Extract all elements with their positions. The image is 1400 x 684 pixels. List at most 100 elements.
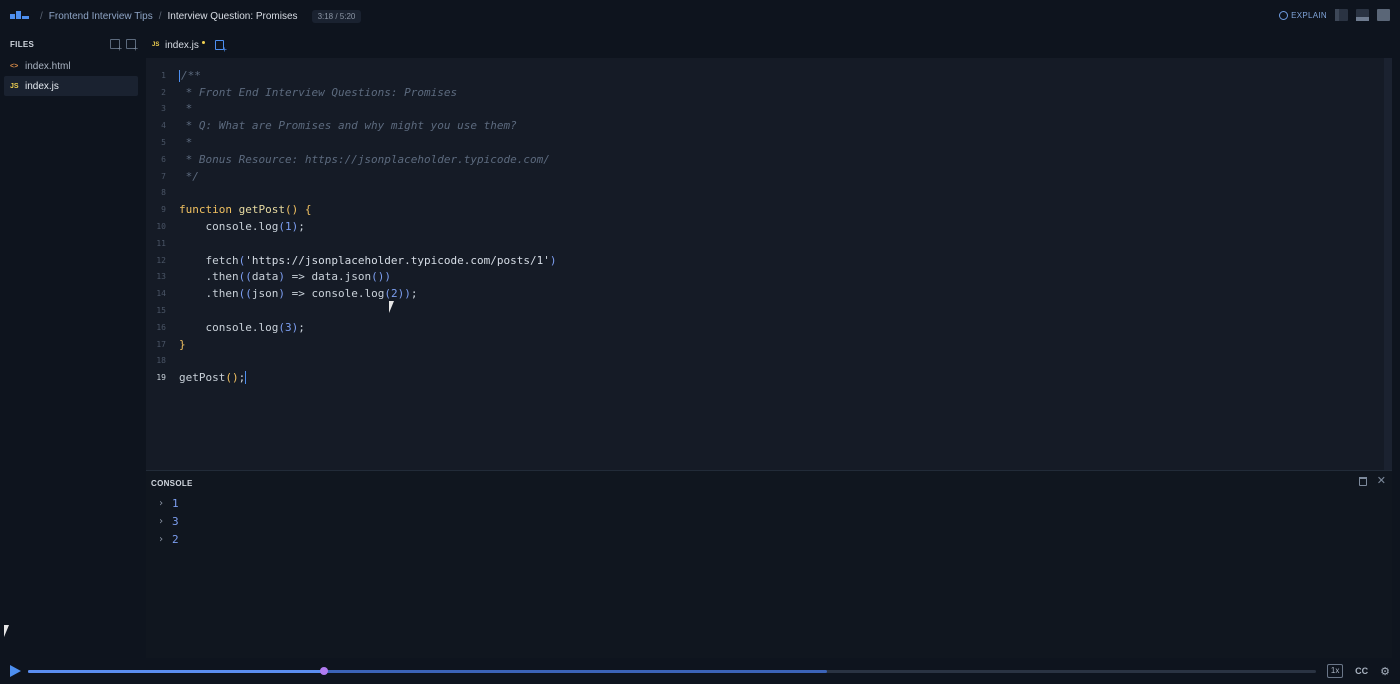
code-token: json xyxy=(251,287,279,301)
new-file-icon[interactable] xyxy=(110,39,122,53)
tab-label: index.js xyxy=(165,39,199,51)
code-text: console.log(1); xyxy=(179,220,305,234)
code-token: * xyxy=(179,136,193,150)
file-actions xyxy=(110,39,138,53)
code-lines[interactable]: 1 /** 2 * Front End Interview Questions: P… xyxy=(146,67,1392,386)
breadcrumb-lesson-title: Interview Question: Promises xyxy=(167,11,298,22)
code-line[interactable]: 4 * Q: What are Promises and why might y… xyxy=(146,117,1392,134)
code-text: fetch('https://jsonplaceholder.typicode.… xyxy=(179,253,557,267)
code-token: console.log xyxy=(179,320,279,334)
code-line[interactable]: 17} xyxy=(146,336,1392,353)
code-line[interactable]: 8 xyxy=(146,185,1392,202)
code-token: ( xyxy=(384,287,391,301)
console-log-value: 3 xyxy=(172,515,179,528)
code-token: ; xyxy=(298,220,305,234)
line-number: 14 xyxy=(156,289,166,299)
code-line[interactable]: 15 xyxy=(146,302,1392,319)
code-line[interactable]: 7 */ xyxy=(146,168,1392,185)
code-line[interactable]: 5 * xyxy=(146,134,1392,151)
line-number: 11 xyxy=(156,238,166,248)
settings-icon[interactable]: ⚙ xyxy=(1380,665,1390,678)
code-text: * xyxy=(179,102,193,116)
video-time: 3:18 / 5:20 xyxy=(311,10,362,23)
code-token: .then xyxy=(179,270,239,284)
progress-track[interactable] xyxy=(28,667,1316,675)
code-line[interactable]: 18 xyxy=(146,353,1392,370)
top-bar: / Frontend Interview Tips / Interview Qu… xyxy=(0,0,1400,32)
line-number: 4 xyxy=(161,121,166,131)
code-token: .then xyxy=(179,287,239,301)
code-token: 2 xyxy=(390,287,398,301)
file-item-index-js[interactable]: JS index.js xyxy=(4,76,138,96)
code-line[interactable]: 19 getPost(); xyxy=(146,369,1392,386)
code-line[interactable]: 2 * Front End Interview Questions: Promi… xyxy=(146,84,1392,101)
breadcrumb-separator: / xyxy=(40,11,43,22)
layout-full-button[interactable] xyxy=(1377,9,1390,21)
code-line[interactable]: 3 * xyxy=(146,101,1392,118)
progress-thumb[interactable] xyxy=(320,667,329,675)
line-number: 2 xyxy=(161,87,166,97)
code-line[interactable]: 16 console.log(3); xyxy=(146,319,1392,336)
js-file-icon: JS xyxy=(152,42,160,48)
code-token: ( xyxy=(278,220,285,234)
tab-index-js[interactable]: JS index.js xyxy=(146,32,211,58)
js-file-icon: JS xyxy=(10,82,19,90)
code-editor[interactable]: JS index.js 1 /** 2 * Front End Interview … xyxy=(146,32,1392,470)
code-token: 1 xyxy=(284,220,292,234)
code-token: console.log xyxy=(179,220,279,234)
code-token: ) xyxy=(549,253,557,267)
code-token: * xyxy=(179,102,193,116)
code-line[interactable]: 1 /** xyxy=(146,67,1392,84)
captions-button[interactable]: CC xyxy=(1355,666,1368,676)
code-token: ) xyxy=(278,287,285,301)
text-caret xyxy=(179,69,180,82)
play-icon[interactable] xyxy=(10,665,21,677)
code-token: * Bonus Resource: https://jsonplaceholde… xyxy=(179,152,550,166)
editor-scrollbar[interactable] xyxy=(1384,58,1392,470)
line-number: 13 xyxy=(156,272,166,282)
code-token: getPost xyxy=(231,203,285,217)
file-sidebar: FILES <> index.html JS index.js xyxy=(0,32,146,658)
code-token: * Q: What are Promises and why might you… xyxy=(179,119,517,133)
new-tab-icon[interactable] xyxy=(214,40,227,54)
scrimba-logo[interactable] xyxy=(10,11,30,21)
code-text: } xyxy=(179,338,186,351)
code-line[interactable]: 6 * Bonus Resource: https://jsonplacehol… xyxy=(146,151,1392,168)
console-log-value: 2 xyxy=(172,533,179,546)
console-title: CONSOLE xyxy=(151,479,193,488)
code-text: getPost(); xyxy=(179,370,247,385)
clear-console-icon[interactable] xyxy=(1358,477,1367,486)
code-token: ; xyxy=(298,320,305,334)
mouse-cursor-icon xyxy=(389,301,399,313)
layout-sidebar-button[interactable] xyxy=(1335,9,1348,21)
code-token: } xyxy=(179,337,186,351)
code-line[interactable]: 11 xyxy=(146,235,1392,252)
line-number: 8 xyxy=(161,188,166,198)
code-text: */ xyxy=(179,170,199,183)
layout-console-button[interactable] xyxy=(1356,9,1369,21)
line-number: 16 xyxy=(156,322,166,332)
code-line[interactable]: 12 fetch('https://jsonplaceholder.typico… xyxy=(146,252,1392,269)
playback-speed-button[interactable]: 1x xyxy=(1327,664,1344,678)
code-token: function xyxy=(179,203,232,217)
code-token: () xyxy=(225,370,239,384)
files-header: FILES xyxy=(10,40,35,49)
code-token: () xyxy=(284,203,299,217)
close-console-icon[interactable]: ✕ xyxy=(1377,476,1386,487)
mouse-cursor-icon xyxy=(4,625,14,637)
breadcrumb-separator: / xyxy=(158,11,162,22)
code-line[interactable]: 13 .then((data) => data.json()) xyxy=(146,269,1392,286)
line-number: 18 xyxy=(156,356,166,366)
breadcrumb-course-link[interactable]: Frontend Interview Tips xyxy=(49,11,153,22)
line-number: 3 xyxy=(161,104,166,114)
explain-button[interactable]: EXPLAIN xyxy=(1279,10,1327,20)
code-token: { xyxy=(298,203,312,217)
progress-fill xyxy=(28,670,325,673)
code-line[interactable]: 10 console.log(1); xyxy=(146,218,1392,235)
code-line[interactable]: 14 .then((json) => console.log(2)); xyxy=(146,285,1392,302)
code-line[interactable]: 9 function getPost() { xyxy=(146,201,1392,218)
new-folder-icon[interactable] xyxy=(126,39,138,53)
code-text: console.log(3); xyxy=(179,320,305,334)
player-controls-right: 1x CC ⚙ xyxy=(1327,664,1390,678)
file-item-index-html[interactable]: <> index.html xyxy=(4,56,138,76)
